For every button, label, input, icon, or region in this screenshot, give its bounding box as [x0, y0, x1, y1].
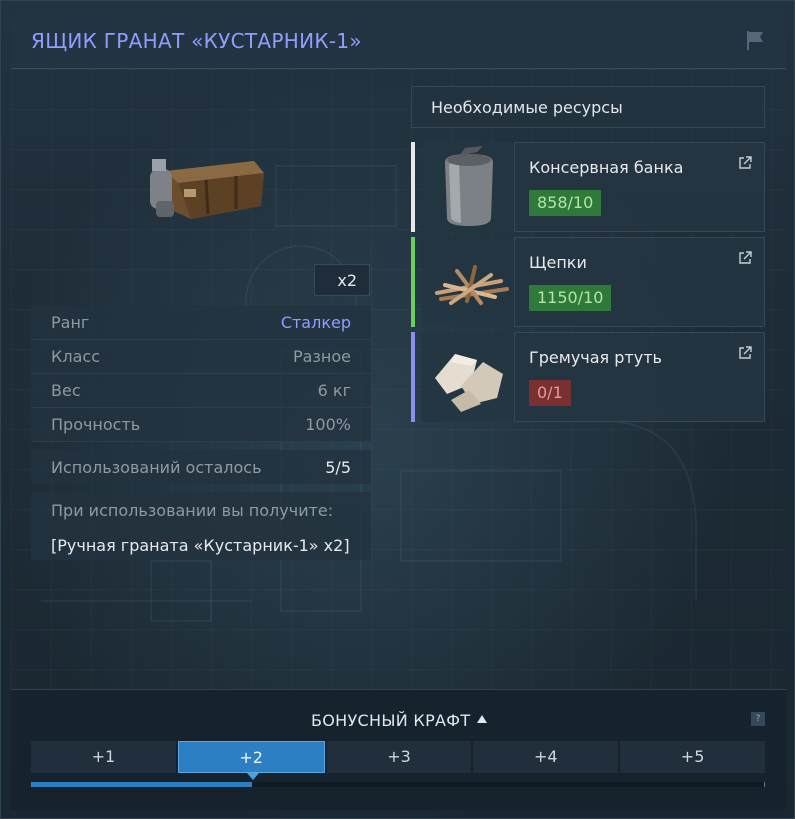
triangle-up-icon[interactable]	[477, 715, 487, 723]
tier-indicator	[411, 332, 415, 422]
flag-icon[interactable]	[744, 29, 766, 51]
resource-name: Щепки	[529, 253, 587, 272]
resource-info: Гремучая ртуть 0/1	[514, 332, 765, 422]
stat-label: Ранг	[51, 313, 90, 332]
resource-info: Консервная банка 858/10	[514, 142, 765, 232]
resource-count: 858/10	[529, 190, 602, 216]
stat-row-rank: Ранг Сталкер	[31, 306, 371, 340]
bonus-tab-1[interactable]: +1	[31, 741, 176, 773]
stat-row-weight: Вес 6 кг	[31, 374, 371, 408]
external-link-icon[interactable]	[738, 251, 752, 265]
stat-row-durability: Прочность 100%	[31, 408, 371, 442]
resource-row[interactable]: Щепки 1150/10	[411, 237, 765, 327]
resource-thumbnail	[421, 237, 517, 327]
stat-value: 6 кг	[317, 381, 351, 400]
title-bar: ЯЩИК ГРАНАТ «КУСТАРНИК-1»	[11, 11, 786, 69]
resource-thumbnail	[421, 332, 517, 422]
resource-count: 0/1	[529, 380, 571, 406]
grenade-crate-image	[150, 159, 264, 219]
stat-value: 100%	[305, 415, 351, 434]
tier-indicator	[411, 142, 415, 232]
crafting-window: ЯЩИК ГРАНАТ «КУСТАРНИК-1» x2 Ранг Сталке…	[0, 0, 795, 819]
tier-indicator	[411, 237, 415, 327]
stat-label: Класс	[51, 347, 100, 366]
bonus-tab-5[interactable]: +5	[620, 741, 765, 773]
active-tab-pointer-icon	[247, 773, 259, 780]
item-quantity: x2	[314, 264, 370, 296]
resources-header: Необходимые ресурсы	[411, 86, 765, 128]
uses-value: 5/5	[325, 457, 351, 477]
bonus-tab-2[interactable]: +2	[177, 741, 325, 773]
tin-can-icon	[445, 146, 493, 226]
resource-name: Гремучая ртуть	[529, 348, 662, 367]
resource-thumbnail	[421, 142, 517, 232]
uses-remaining: Использований осталось 5/5	[31, 450, 371, 484]
item-stats: Ранг Сталкер Класс Разное Вес 6 кг Прочн…	[31, 306, 371, 442]
stat-row-class: Класс Разное	[31, 340, 371, 374]
yield-value: [Ручная граната «Кустарник-1» x2]	[51, 536, 350, 555]
bonus-tab-3[interactable]: +3	[326, 741, 472, 773]
stat-label: Вес	[51, 381, 81, 400]
use-yield: При использовании вы получите: [Ручная г…	[31, 492, 371, 560]
bonus-tabs: +1 +2 +3 +4 +5	[31, 741, 765, 773]
resource-row[interactable]: Консервная банка 858/10	[411, 142, 765, 232]
bonus-tab-4[interactable]: +4	[473, 741, 619, 773]
resource-count: 1150/10	[529, 285, 612, 311]
uses-label: Использований осталось	[51, 457, 262, 477]
bonus-progress-fill	[32, 782, 252, 787]
stat-value: Разное	[292, 347, 351, 366]
resource-row[interactable]: Гремучая ртуть 0/1	[411, 332, 765, 422]
resource-info: Щепки 1150/10	[514, 237, 765, 327]
yield-label: При использовании вы получите:	[51, 501, 334, 520]
resource-name: Консервная банка	[529, 158, 684, 177]
mercury-fulminate-icon	[435, 354, 503, 412]
external-link-icon[interactable]	[738, 346, 752, 360]
bonus-craft-panel: БОНУСНЫЙ КРАФТ ? +1 +2 +3 +4 +5	[11, 689, 786, 810]
wood-chips-icon	[435, 265, 509, 305]
bonus-progress-track	[31, 782, 765, 787]
stat-value: Сталкер	[280, 313, 351, 332]
external-link-icon[interactable]	[738, 156, 752, 170]
help-icon[interactable]: ?	[751, 712, 765, 726]
stat-label: Прочность	[51, 415, 141, 434]
bonus-craft-title[interactable]: БОНУСНЫЙ КРАФТ	[311, 711, 470, 730]
item-title: ЯЩИК ГРАНАТ «КУСТАРНИК-1»	[31, 29, 362, 53]
